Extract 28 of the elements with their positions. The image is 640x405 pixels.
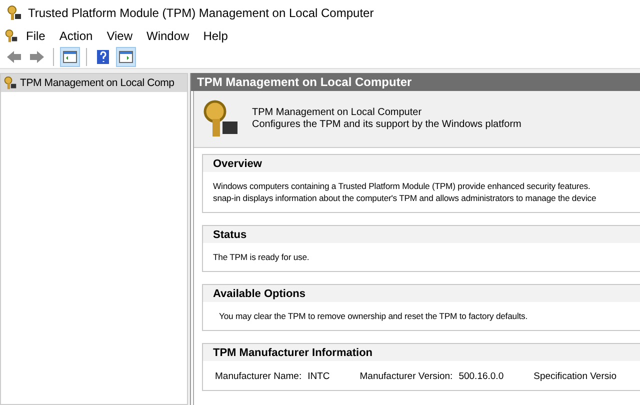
section-title: TPM Manufacturer Information — [203, 344, 640, 361]
field-label: Manufacturer Version: — [360, 371, 453, 382]
section-text: The TPM is ready for use. — [212, 251, 310, 263]
field-value: INTC — [308, 371, 330, 382]
show-hide-action-pane-button[interactable] — [116, 47, 136, 67]
tree-item[interactable]: TPM Management on Local Comp — [1, 74, 187, 92]
section-text: You may clear the TPM to remove ownership and reset the TPM to factory defaults. — [218, 310, 529, 322]
info-title: TPM Management on Local Computer — [252, 107, 423, 119]
menu-item[interactable]: Help — [197, 28, 234, 44]
menu-item[interactable]: Action — [53, 28, 99, 44]
menu-item[interactable]: File — [20, 28, 52, 44]
section-title: Available Options — [203, 285, 640, 302]
section-title: Overview — [203, 155, 640, 172]
section-text: Windows computers containing a Trusted Platform Module (TPM) provide enhanced security features. — [212, 180, 592, 192]
field-label: Specification Versio — [534, 371, 617, 382]
section-title: Status — [203, 226, 640, 243]
key-icon — [3, 76, 17, 90]
section-text: snap-in displays information about the computer's TPM and allows administrators to manage the device — [212, 192, 598, 204]
show-hide-tree-button[interactable] — [60, 47, 80, 67]
menu-item[interactable]: View — [100, 28, 138, 44]
key-icon — [4, 29, 18, 43]
key-icon — [6, 5, 22, 21]
panel-header: TPM Management on Local Computer — [191, 73, 640, 91]
field-value: 500.16.0.0 — [458, 371, 504, 382]
window-title: Trusted Platform Module (TPM) Management on Local Computer — [28, 6, 374, 20]
info-subtitle: Configures the TPM and its support by the Windows platform — [252, 119, 522, 131]
field-label: Manufacturer Name: — [215, 371, 302, 382]
menu-item[interactable]: Window — [140, 28, 196, 44]
